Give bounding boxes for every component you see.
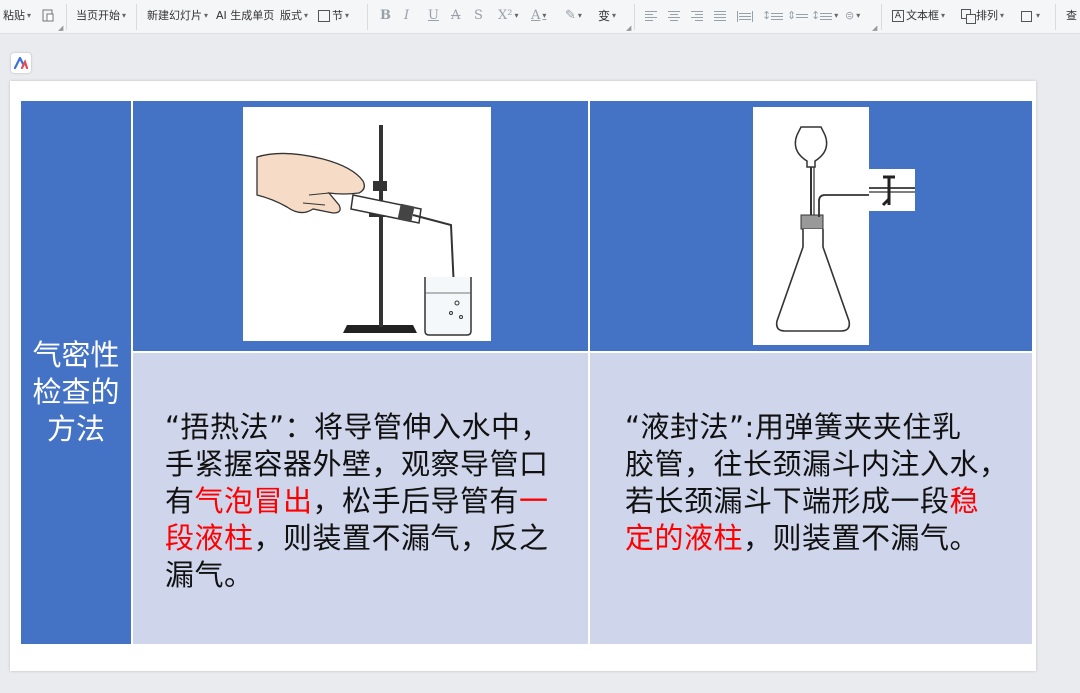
layout-button[interactable]: 版式 ▾ xyxy=(280,6,308,26)
new-slide-button[interactable]: 新建幻灯片 ▾ xyxy=(147,6,208,26)
divider xyxy=(1055,4,1056,30)
paragraph-spacing-icon[interactable]: ⇕ xyxy=(787,6,809,26)
textbox-button[interactable]: A 文本框 ▾ xyxy=(892,6,945,26)
align-left-icon[interactable] xyxy=(645,6,657,26)
text-direction-icon[interactable]: ⊜ ▾ xyxy=(845,6,860,26)
highlighter-icon: ✎ xyxy=(565,8,576,23)
chevron-down-icon: ▾ xyxy=(577,11,582,20)
start-from-current-button[interactable]: 当页开始 ▾ xyxy=(76,6,126,26)
text-line: 定的液柱，则装置不漏气。 xyxy=(625,521,980,555)
bold-button[interactable]: B xyxy=(380,6,391,26)
paste-button[interactable]: 粘贴 ▾ xyxy=(3,6,31,26)
chevron-down-icon: ▾ xyxy=(542,11,547,20)
arrange-icon xyxy=(961,9,976,24)
align-center-icon[interactable] xyxy=(668,6,680,26)
ai-assistant-button[interactable] xyxy=(11,53,31,73)
table-cell-image-hand-method[interactable] xyxy=(133,101,588,351)
highlight-text: 稳 xyxy=(949,484,980,518)
chevron-down-icon: ▾ xyxy=(122,11,127,20)
expand-corner-icon[interactable]: ◢ xyxy=(872,24,877,32)
line-spacing-menu-icon[interactable]: ↕ ▾ xyxy=(811,6,838,26)
underline-button[interactable]: U xyxy=(428,6,439,26)
font-color-button[interactable]: A ▾ xyxy=(531,6,546,26)
superscript-button[interactable]: X² ▾ xyxy=(498,6,518,26)
chevron-down-icon: ▾ xyxy=(304,11,309,20)
spring-clamp-icon xyxy=(869,175,915,207)
textbox-icon: A xyxy=(892,10,904,22)
table-cell-image-liquid-seal[interactable] xyxy=(590,101,1032,351)
shadow-button[interactable]: S xyxy=(474,6,483,26)
align-right-icon[interactable] xyxy=(691,6,703,26)
text-line: 若长颈漏斗下端形成一段稳 xyxy=(625,484,980,518)
chevron-down-icon: ▾ xyxy=(941,11,946,20)
text-line: 段液柱，则装置不漏气，反之 xyxy=(165,521,549,555)
highlight-text: 气泡冒出 xyxy=(194,484,313,518)
chevron-down-icon: ▾ xyxy=(204,11,209,20)
flask-funnel-apparatus-icon xyxy=(775,126,869,332)
table-cell-liquid-seal-text[interactable]: “液封法”:用弹簧夹夹住乳 胶管，往长颈漏斗内注入水， 若长颈漏斗下端形成一段稳… xyxy=(590,353,1032,644)
distribute-icon[interactable] xyxy=(737,6,753,26)
chevron-down-icon: ▾ xyxy=(834,11,839,20)
chevron-down-icon: ▾ xyxy=(612,11,617,20)
find-button[interactable]: 查 xyxy=(1066,6,1077,26)
divider xyxy=(136,4,137,30)
highlight-text: 一 xyxy=(519,484,549,518)
hand-method-description[interactable]: “捂热法”：将导管伸入水中， 手紧握容器外壁，观察导管口 有气泡冒出，松手后导管… xyxy=(165,409,585,594)
table-cell-title[interactable]: 气密性 检查的 方法 xyxy=(21,101,131,644)
hand-warming-apparatus-icon xyxy=(256,125,472,336)
text-line: 有气泡冒出，松手后导管有一 xyxy=(165,484,549,518)
section-icon xyxy=(318,10,330,22)
expand-corner-icon[interactable]: ◢ xyxy=(58,24,63,32)
table-cell-hand-method-text[interactable]: “捂热法”：将导管伸入水中， 手紧握容器外壁，观察导管口 有气泡冒出，松手后导管… xyxy=(133,353,588,644)
spring-clamp-image xyxy=(869,169,915,211)
expand-corner-icon[interactable]: ◢ xyxy=(626,24,631,32)
divider xyxy=(634,4,635,30)
italic-button[interactable]: I xyxy=(404,6,409,26)
slide-canvas[interactable]: 气密性 检查的 方法 “捂热法”：将导管伸入水中， 手紧握容器外壁，观察导管口 … xyxy=(10,81,1036,671)
section-button[interactable]: 节 ▾ xyxy=(318,6,349,26)
liquid-seal-description[interactable]: “液封法”:用弹簧夹夹住乳 胶管，往长颈漏斗内注入水， 若长颈漏斗下端形成一段稳… xyxy=(625,409,1025,557)
strikethrough-button[interactable]: A xyxy=(451,6,460,26)
chevron-down-icon: ▾ xyxy=(514,11,519,20)
chevron-down-icon: ▾ xyxy=(1036,11,1041,20)
divider xyxy=(881,4,882,30)
chevron-down-icon: ▾ xyxy=(1000,11,1005,20)
slide-title: 气密性 检查的 方法 xyxy=(32,338,120,446)
chevron-down-icon: ▾ xyxy=(27,11,32,20)
hand-warming-apparatus-image[interactable] xyxy=(243,107,491,341)
chevron-down-icon: ▾ xyxy=(856,11,861,20)
highlight-text: 定的液柱 xyxy=(625,521,744,555)
arrange-button[interactable]: 排列 ▾ xyxy=(961,6,1004,26)
line-spacing-icon[interactable]: ↕ xyxy=(762,6,784,26)
ribbon-toolbar: 粘贴 ▾ ◢ 当页开始 ▾ 新建幻灯片 ▾ AI 生成单页 版式 ▾ 节 ▾ B I U … xyxy=(0,0,1080,34)
justify-icon[interactable] xyxy=(714,6,726,26)
shape-outline-button[interactable]: ▾ xyxy=(1021,6,1040,26)
format-painter-icon[interactable] xyxy=(41,6,55,26)
ai-single-page-button[interactable]: AI 生成单页 xyxy=(216,6,274,26)
divider xyxy=(367,4,368,30)
shape-outline-icon xyxy=(1021,10,1032,22)
highlight-button[interactable]: ✎ ▾ xyxy=(565,6,582,26)
ai-logo-icon xyxy=(14,57,28,69)
highlight-text: 段液柱 xyxy=(165,521,254,555)
chevron-down-icon: ▾ xyxy=(345,11,350,20)
phonetic-guide-button[interactable]: 变 ▾ xyxy=(598,6,616,26)
liquid-seal-apparatus-image[interactable] xyxy=(753,107,869,345)
divider xyxy=(66,4,67,30)
